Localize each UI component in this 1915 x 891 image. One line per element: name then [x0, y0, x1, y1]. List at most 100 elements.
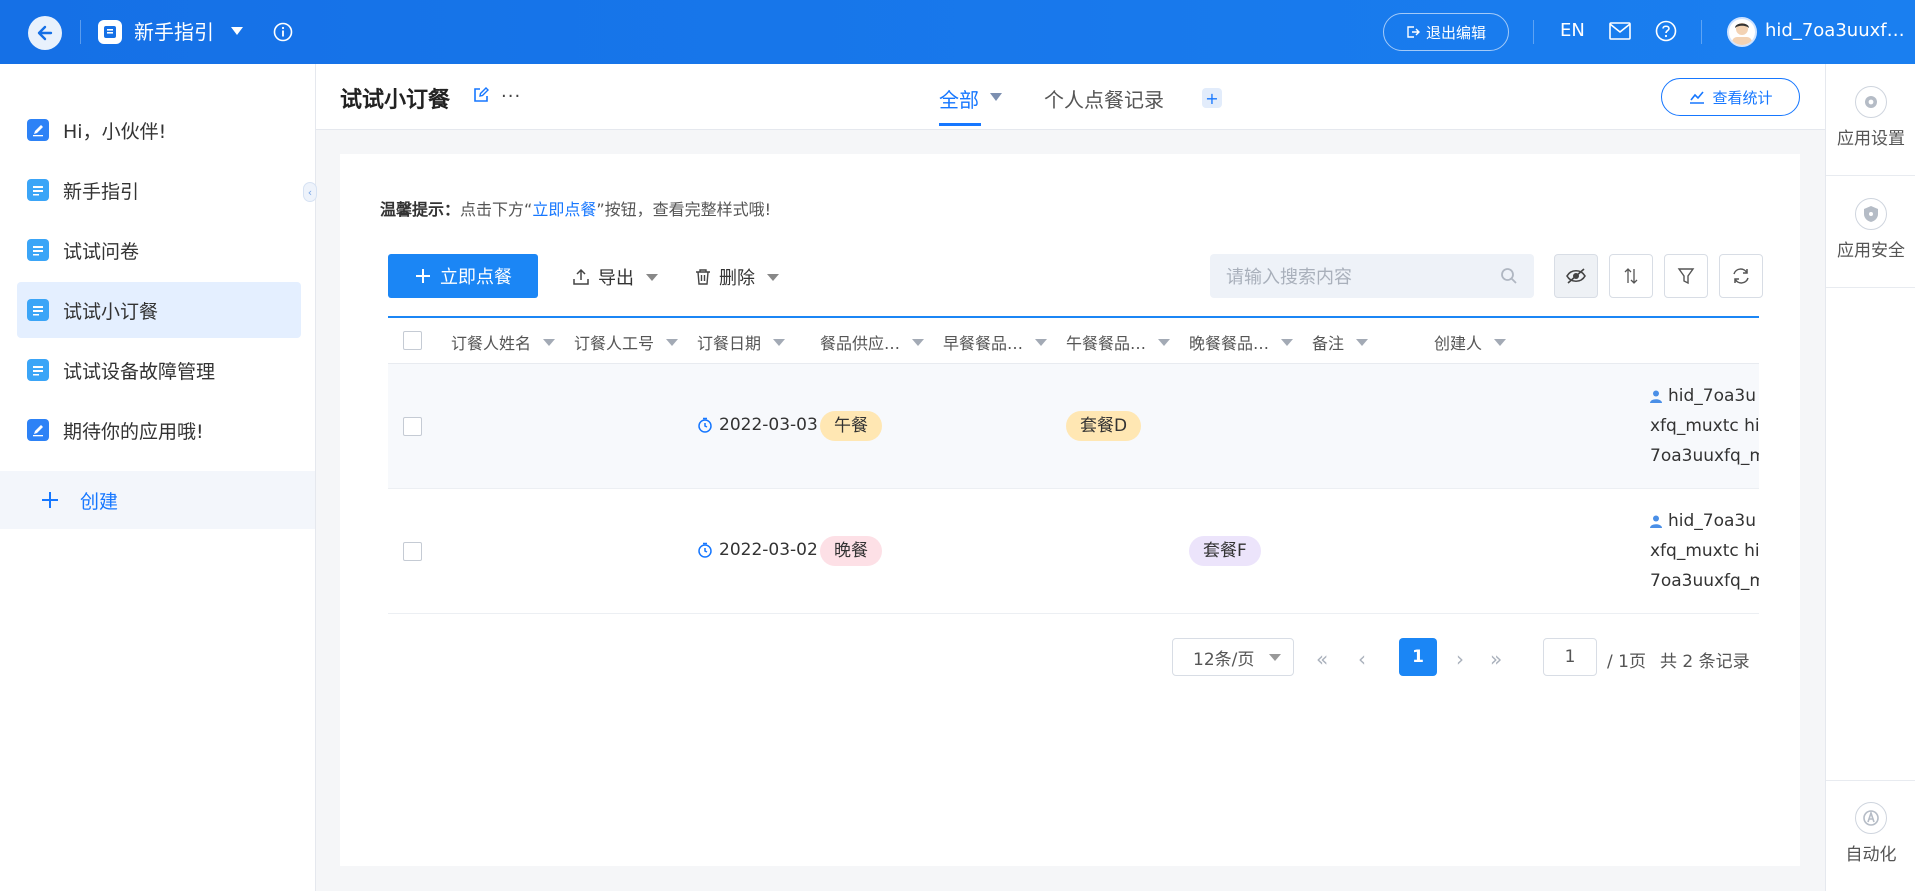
automation-button[interactable]: 自动化 — [1826, 802, 1915, 865]
page-jump-input[interactable]: 1 — [1543, 638, 1597, 676]
creator-line: hid_7oa3u — [1668, 386, 1757, 406]
back-button[interactable] — [28, 16, 62, 50]
refresh-button[interactable] — [1719, 254, 1763, 298]
app-security-button[interactable]: 应用安全 — [1826, 198, 1915, 261]
sidebar-item-meal-order[interactable]: 试试小订餐 — [17, 282, 301, 338]
upload-icon — [573, 268, 589, 285]
sidebar-item-label: 期待你的应用哦! — [63, 420, 204, 443]
column-header[interactable]: 订餐日期 — [697, 330, 786, 354]
column-label: 订餐人姓名 — [451, 334, 532, 353]
gear-icon — [1855, 86, 1887, 118]
divider — [1533, 20, 1534, 44]
tip-after: ”按钮，查看完整样式哦! — [596, 200, 772, 219]
add-view-button[interactable]: + — [1202, 88, 1222, 108]
row-checkbox[interactable] — [403, 542, 422, 561]
column-header[interactable]: 备注 — [1312, 330, 1369, 354]
order-now-label: 立即点餐 — [440, 267, 512, 288]
column-header[interactable]: 订餐人姓名 — [451, 330, 556, 354]
hide-fields-button[interactable] — [1554, 254, 1598, 298]
dinner-tag: 套餐F — [1189, 536, 1261, 566]
current-page[interactable]: 1 — [1399, 638, 1437, 676]
date-value: 2022-03-03 — [719, 415, 818, 435]
sidebar-item-label: 新手指引 — [63, 180, 140, 203]
chevron-down-icon[interactable] — [990, 93, 1002, 101]
divider — [1826, 175, 1915, 176]
table-row[interactable]: 2022-03-02 晚餐 套餐F hid_7oa3u xfq_muxtc hi… — [388, 489, 1759, 614]
info-icon[interactable] — [273, 22, 293, 46]
row-checkbox[interactable] — [403, 417, 422, 436]
chevron-down-icon — [912, 338, 925, 346]
language-switch[interactable]: EN — [1560, 20, 1585, 41]
edit-doc-icon — [27, 119, 49, 141]
date-cell: 2022-03-02 — [697, 540, 818, 560]
prev-page-icon[interactable]: ‹ — [1358, 647, 1366, 671]
creator-line: 7oa3uuxfq_m — [1650, 446, 1759, 466]
app-name[interactable]: 新手指引 — [134, 18, 214, 46]
sidebar-item-device-fault[interactable]: 试试设备故障管理 — [17, 342, 301, 398]
tip-prefix: 温馨提示： — [380, 200, 461, 219]
sidebar-item-welcome[interactable]: Hi，小伙伴! — [17, 102, 301, 158]
app-settings-button[interactable]: 应用设置 — [1826, 86, 1915, 149]
column-header[interactable]: 创建人 — [1434, 330, 1507, 354]
date-cell: 2022-03-03 — [697, 415, 818, 435]
collapse-sidebar-button[interactable]: ‹ — [303, 182, 317, 202]
column-header[interactable]: 餐品供应… — [820, 330, 925, 354]
column-header[interactable]: 早餐餐品… — [943, 330, 1048, 354]
filter-button[interactable] — [1664, 254, 1708, 298]
edit-icon[interactable] — [472, 86, 490, 108]
create-button[interactable]: 创建 — [0, 471, 315, 529]
lunch-tag: 套餐D — [1066, 411, 1142, 441]
creator-line: xfq_muxtc hic — [1650, 416, 1759, 436]
sidebar-item-survey[interactable]: 试试问卷 — [17, 222, 301, 278]
last-page-icon[interactable]: » — [1490, 647, 1502, 671]
plus-icon: + — [1205, 88, 1219, 108]
eye-off-icon — [1566, 268, 1586, 284]
top-bar: 新手指引 退出编辑 EN hid_7oa3uuxf… — [0, 0, 1915, 64]
first-page-icon[interactable]: « — [1316, 647, 1328, 671]
column-header[interactable]: 晚餐餐品… — [1189, 330, 1294, 354]
app-security-label: 应用安全 — [1837, 241, 1905, 261]
page-title: 试试小订餐 — [340, 88, 451, 113]
chevron-down-icon — [1356, 338, 1369, 346]
page-size-select[interactable]: 12条/页 — [1172, 638, 1294, 676]
sort-button[interactable] — [1609, 254, 1653, 298]
exit-edit-button[interactable]: 退出编辑 — [1383, 13, 1509, 51]
view-stats-button[interactable]: 查看统计 — [1661, 78, 1800, 116]
column-header[interactable]: 午餐餐品… — [1066, 330, 1171, 354]
tip-link[interactable]: 立即点餐 — [532, 200, 596, 219]
username[interactable]: hid_7oa3uuxf… — [1765, 20, 1905, 41]
sidebar-item-guide[interactable]: 新手指引 — [17, 162, 301, 218]
creator-line: xfq_muxtc hic — [1650, 541, 1759, 561]
search-input[interactable]: 请输入搜索内容 — [1210, 254, 1534, 298]
tab-all[interactable]: 全部 — [939, 84, 979, 113]
chevron-down-icon — [1158, 338, 1171, 346]
automation-label: 自动化 — [1845, 845, 1897, 865]
list-doc-icon — [27, 299, 49, 321]
divider — [80, 20, 81, 44]
mail-icon[interactable] — [1609, 22, 1631, 44]
sidebar: Hi，小伙伴! 新手指引 试试问卷 试试小订餐 试试设备故障管理 期待你的应用哦… — [0, 64, 317, 891]
table-header: 订餐人姓名 订餐人工号 订餐日期 餐品供应… 早餐餐品… 午餐餐品… 晚餐餐品…… — [388, 318, 1759, 364]
column-header[interactable]: 订餐人工号 — [574, 330, 679, 354]
exit-icon — [1407, 26, 1420, 38]
app-settings-label: 应用设置 — [1837, 129, 1905, 149]
sidebar-item-label: 试试问卷 — [63, 240, 140, 263]
table-row[interactable]: 2022-03-03 午餐 套餐D hid_7oa3u xfq_muxtc hi… — [388, 364, 1759, 489]
chevron-left-icon: ‹ — [307, 185, 313, 199]
avatar[interactable] — [1727, 17, 1757, 47]
delete-button[interactable]: 删除 — [695, 264, 779, 290]
tip-text: 温馨提示：点击下方“立即点餐”按钮，查看完整样式哦! — [380, 196, 771, 220]
order-now-button[interactable]: 立即点餐 — [388, 254, 538, 298]
export-button[interactable]: 导出 — [572, 264, 658, 290]
more-icon[interactable]: ... — [501, 81, 521, 102]
help-icon[interactable] — [1655, 20, 1677, 46]
sidebar-item-expect[interactable]: 期待你的应用哦! — [17, 402, 301, 458]
chevron-down-icon — [1269, 654, 1281, 661]
refresh-icon — [1733, 268, 1749, 284]
chevron-down-icon[interactable] — [231, 27, 243, 35]
data-table: 订餐人姓名 订餐人工号 订餐日期 餐品供应… 早餐餐品… 午餐餐品… 晚餐餐品…… — [388, 316, 1759, 620]
select-all-checkbox[interactable] — [403, 331, 422, 350]
next-page-icon[interactable]: › — [1456, 647, 1464, 671]
shield-icon — [1855, 198, 1887, 230]
tab-personal-records[interactable]: 个人点餐记录 — [1044, 84, 1164, 113]
